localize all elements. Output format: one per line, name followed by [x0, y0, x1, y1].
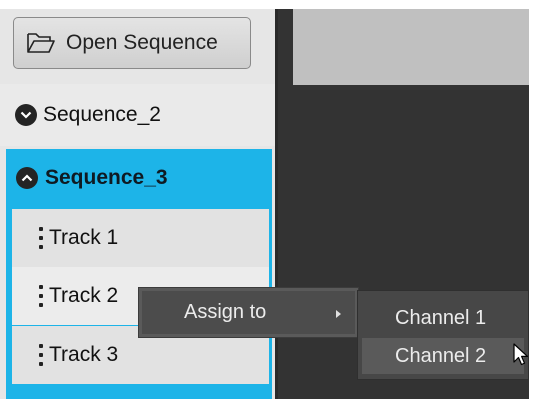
sequence-label: Sequence_2: [43, 103, 161, 126]
track-label: Track 2: [49, 284, 119, 307]
open-sequence-label: Open Sequence: [66, 31, 218, 54]
menu-item-assign-to[interactable]: Assign to: [142, 291, 355, 334]
menu-item-channel-1[interactable]: Channel 1: [362, 300, 524, 336]
track-label: Track 1: [49, 226, 119, 249]
mouse-pointer-icon: [513, 343, 529, 366]
menu-item-label: Channel 2: [395, 344, 487, 367]
chevron-down-icon[interactable]: [15, 104, 37, 126]
open-sequence-button[interactable]: Open Sequence: [13, 17, 251, 69]
top-margin: [0, 0, 539, 9]
right-margin: [529, 0, 539, 399]
drag-handle-icon[interactable]: [39, 285, 45, 307]
track-item-1[interactable]: Track 1: [12, 209, 269, 267]
menu-item-label: Channel 1: [395, 306, 487, 329]
folder-open-icon: [27, 33, 55, 53]
drag-handle-icon[interactable]: [39, 344, 45, 366]
sequence-label: Sequence_3: [45, 166, 168, 189]
drag-handle-icon[interactable]: [39, 227, 45, 249]
submenu-arrow-icon: [336, 310, 341, 318]
menu-item-channel-2[interactable]: Channel 2: [362, 338, 524, 374]
menu-item-label: Assign to: [184, 301, 267, 323]
channel-submenu: Channel 1 Channel 2: [357, 290, 529, 380]
track-label: Track 3: [49, 343, 119, 366]
sequence-item-sequence-2[interactable]: Sequence_2: [0, 84, 275, 146]
context-menu: Assign to: [138, 287, 359, 338]
timeline-header-panel: [293, 9, 529, 85]
sequence-header-sequence-3[interactable]: Sequence_3: [16, 166, 168, 190]
chevron-up-icon[interactable]: [16, 167, 38, 189]
